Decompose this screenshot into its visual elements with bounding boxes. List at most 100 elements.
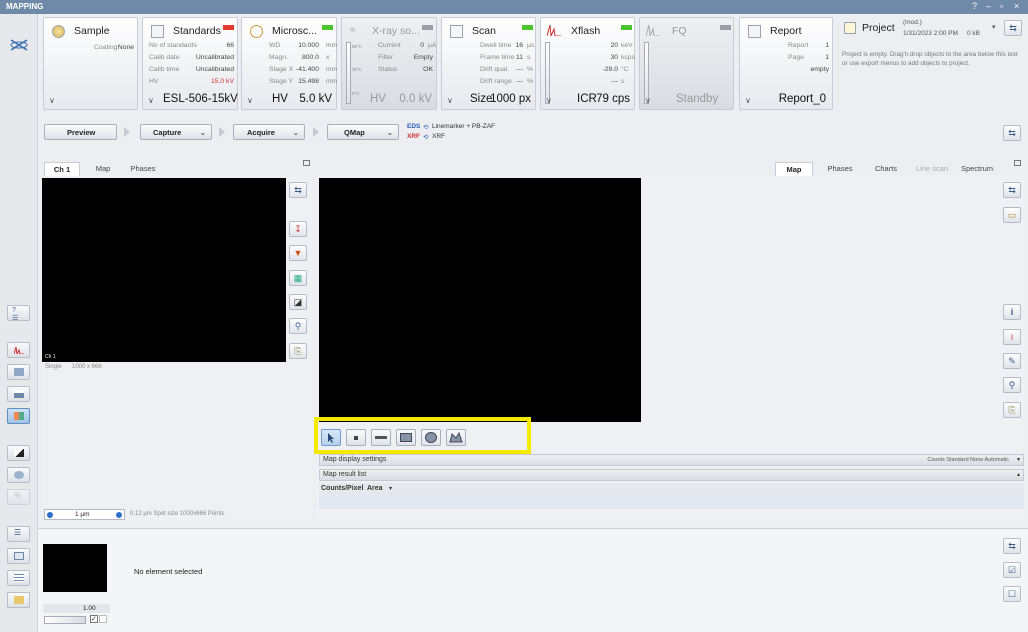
linescan-button[interactable] — [7, 386, 30, 402]
gear-tool-button[interactable] — [7, 467, 30, 483]
swap-icon[interactable]: ⇆ — [1003, 182, 1021, 198]
chevron-down-icon[interactable]: ∨ — [148, 96, 154, 105]
checkbox[interactable]: ✓ — [90, 615, 98, 623]
microscope-card[interactable]: Microsc... WD 10.000 mm Magn. 800.0 x St… — [241, 17, 337, 110]
rectangle-tool[interactable] — [396, 429, 416, 446]
zoom-slider[interactable] — [44, 616, 86, 624]
spectrum-button[interactable] — [7, 342, 30, 358]
tab-phases[interactable]: Phases — [822, 162, 858, 176]
tab-map[interactable]: Map — [88, 162, 118, 176]
tab-map[interactable]: Map — [775, 162, 813, 176]
acquire-button[interactable]: Acquire ⌄ — [233, 124, 305, 140]
help-list-button[interactable]: ?☰ — [7, 305, 30, 322]
map-display-settings-bar[interactable]: Map display settings Counts Standard Non… — [319, 454, 1024, 466]
export-icon[interactable]: ⎘ — [1003, 402, 1021, 418]
select-tool[interactable] — [321, 429, 341, 446]
ellipse-tool[interactable] — [421, 429, 441, 446]
scale-bar[interactable]: 1 μm — [44, 509, 125, 520]
icr-value: 79 cps — [596, 93, 630, 105]
chevron-down-icon[interactable]: ∨ — [447, 96, 453, 105]
scale-handle[interactable] — [116, 512, 122, 518]
scale-handle[interactable] — [47, 512, 53, 518]
map-result-list-bar[interactable]: Map result list ▴ — [319, 469, 1024, 481]
line-tool[interactable] — [371, 429, 391, 446]
zoom-icon[interactable]: ⚲ — [1003, 377, 1021, 393]
percent-button[interactable]: % — [7, 489, 30, 505]
color-bar-icon[interactable]: ▦ — [289, 270, 307, 286]
minimize-button[interactable]: – — [986, 1, 991, 11]
chevron-down-icon[interactable]: ∨ — [49, 96, 55, 105]
tab-charts[interactable]: Charts — [868, 162, 904, 176]
point-tool[interactable] — [346, 429, 366, 446]
export-icon[interactable]: ⎘ — [289, 343, 307, 359]
thumbnail-image[interactable] — [43, 544, 107, 592]
swap-icon[interactable]: ⇆ — [1003, 538, 1021, 554]
chevron-down-icon[interactable]: ∨ — [247, 96, 253, 105]
report-icon — [748, 25, 761, 38]
xray-card[interactable]: ≈ X-ray so... 60°C 30°C 0°C Current 0 μA… — [341, 17, 437, 110]
chevron-down-icon[interactable]: ∨ — [546, 96, 552, 105]
table-button[interactable] — [7, 570, 30, 586]
eds-method[interactable]: Linemarker + PB-ZAF — [432, 123, 495, 130]
image-tool-button[interactable] — [7, 364, 30, 380]
info-icon[interactable]: i — [1003, 304, 1021, 320]
scan-card[interactable]: Scan Dwell time 16 μs Frame time 11 s Dr… — [441, 17, 536, 110]
image-export-icon[interactable]: ▭ — [1003, 207, 1021, 223]
standards-card[interactable]: Standards No of standards 66 Calib date … — [142, 17, 238, 110]
swap-icon[interactable]: ⇆ — [289, 182, 307, 198]
restore-button[interactable]: ▫ — [1000, 1, 1003, 11]
list-button[interactable]: ☰ — [7, 526, 30, 542]
tab-spectrum[interactable]: Spectrum — [957, 162, 997, 176]
checkbox[interactable] — [99, 615, 107, 623]
chevron-down-icon[interactable]: ▾ — [389, 485, 392, 492]
kv-unit: s — [621, 78, 625, 85]
area-label[interactable]: Area — [367, 485, 383, 492]
export-button[interactable] — [7, 592, 30, 608]
qmap-button[interactable]: QMap ⌄ — [327, 124, 399, 140]
swap-icon[interactable]: ⇆ — [1004, 20, 1022, 36]
spectrum-icon[interactable]: ≀ — [1003, 329, 1021, 345]
map-result-title: Map result list — [323, 471, 367, 478]
contrast-icon[interactable]: ◪ — [289, 294, 307, 310]
chevron-down-icon[interactable]: ∨ — [645, 96, 651, 105]
sample-card[interactable]: Sample Coating None ∨ — [43, 17, 138, 110]
check-all-icon[interactable]: ☑ — [1003, 562, 1021, 578]
project-area[interactable]: Project (mod.) 1/31/2023 2:00 PM 0 kB ▾ … — [840, 17, 1024, 110]
tab-line-scan[interactable]: Line scan — [912, 162, 952, 176]
uncheck-all-icon[interactable]: ☐ — [1003, 586, 1021, 602]
mapping-button[interactable] — [7, 408, 30, 424]
tab-phases[interactable]: Phases — [125, 162, 161, 176]
chevron-down-icon[interactable]: ∨ — [745, 96, 751, 105]
chevron-down-icon[interactable]: ▾ — [1017, 456, 1020, 463]
maximize-icon[interactable] — [303, 160, 310, 166]
zoom-icon[interactable]: ⚲ — [289, 318, 307, 334]
fq-card[interactable]: FQ ∨ Standby — [639, 17, 734, 110]
tab-ch1[interactable]: Ch 1 — [44, 162, 80, 176]
polygon-tool[interactable] — [446, 429, 466, 446]
capture-button[interactable]: Capture ⌄ — [140, 124, 212, 140]
xrf-method[interactable]: XRF — [432, 133, 445, 140]
ch1-image[interactable] — [42, 178, 286, 362]
temperature-bar — [545, 42, 550, 104]
status-led — [522, 25, 533, 30]
report-card[interactable]: Report Report 1 Page 1 empty ∨ Report_0 — [739, 17, 833, 110]
chevron-up-icon[interactable]: ▴ — [1017, 471, 1020, 478]
contrast-button[interactable] — [7, 445, 30, 461]
kv-label: Stage Y — [269, 78, 294, 85]
document-button[interactable] — [7, 548, 30, 564]
preview-button[interactable]: Preview — [44, 124, 117, 140]
result-row[interactable] — [319, 495, 1024, 509]
export-image-icon[interactable]: ↧ — [289, 221, 307, 237]
pen-icon[interactable]: ✎ — [1003, 353, 1021, 369]
xrf-label: XRF — [407, 133, 420, 140]
kv-unit: x — [326, 54, 330, 61]
help-button[interactable]: ? — [972, 1, 977, 11]
chevron-down-icon[interactable]: ▾ — [992, 23, 996, 31]
xflash-card[interactable]: Xflash 20 keV 30 kcps -29.0 °C --- s ∨ I… — [540, 17, 635, 110]
close-button[interactable]: × — [1014, 1, 1019, 11]
kv-unit: kcps — [621, 54, 635, 61]
maximize-icon[interactable] — [1014, 160, 1021, 166]
filter-icon[interactable]: ▼ — [289, 245, 307, 261]
swap-icon[interactable]: ⇆ — [1003, 125, 1021, 141]
map-image[interactable] — [319, 178, 641, 422]
